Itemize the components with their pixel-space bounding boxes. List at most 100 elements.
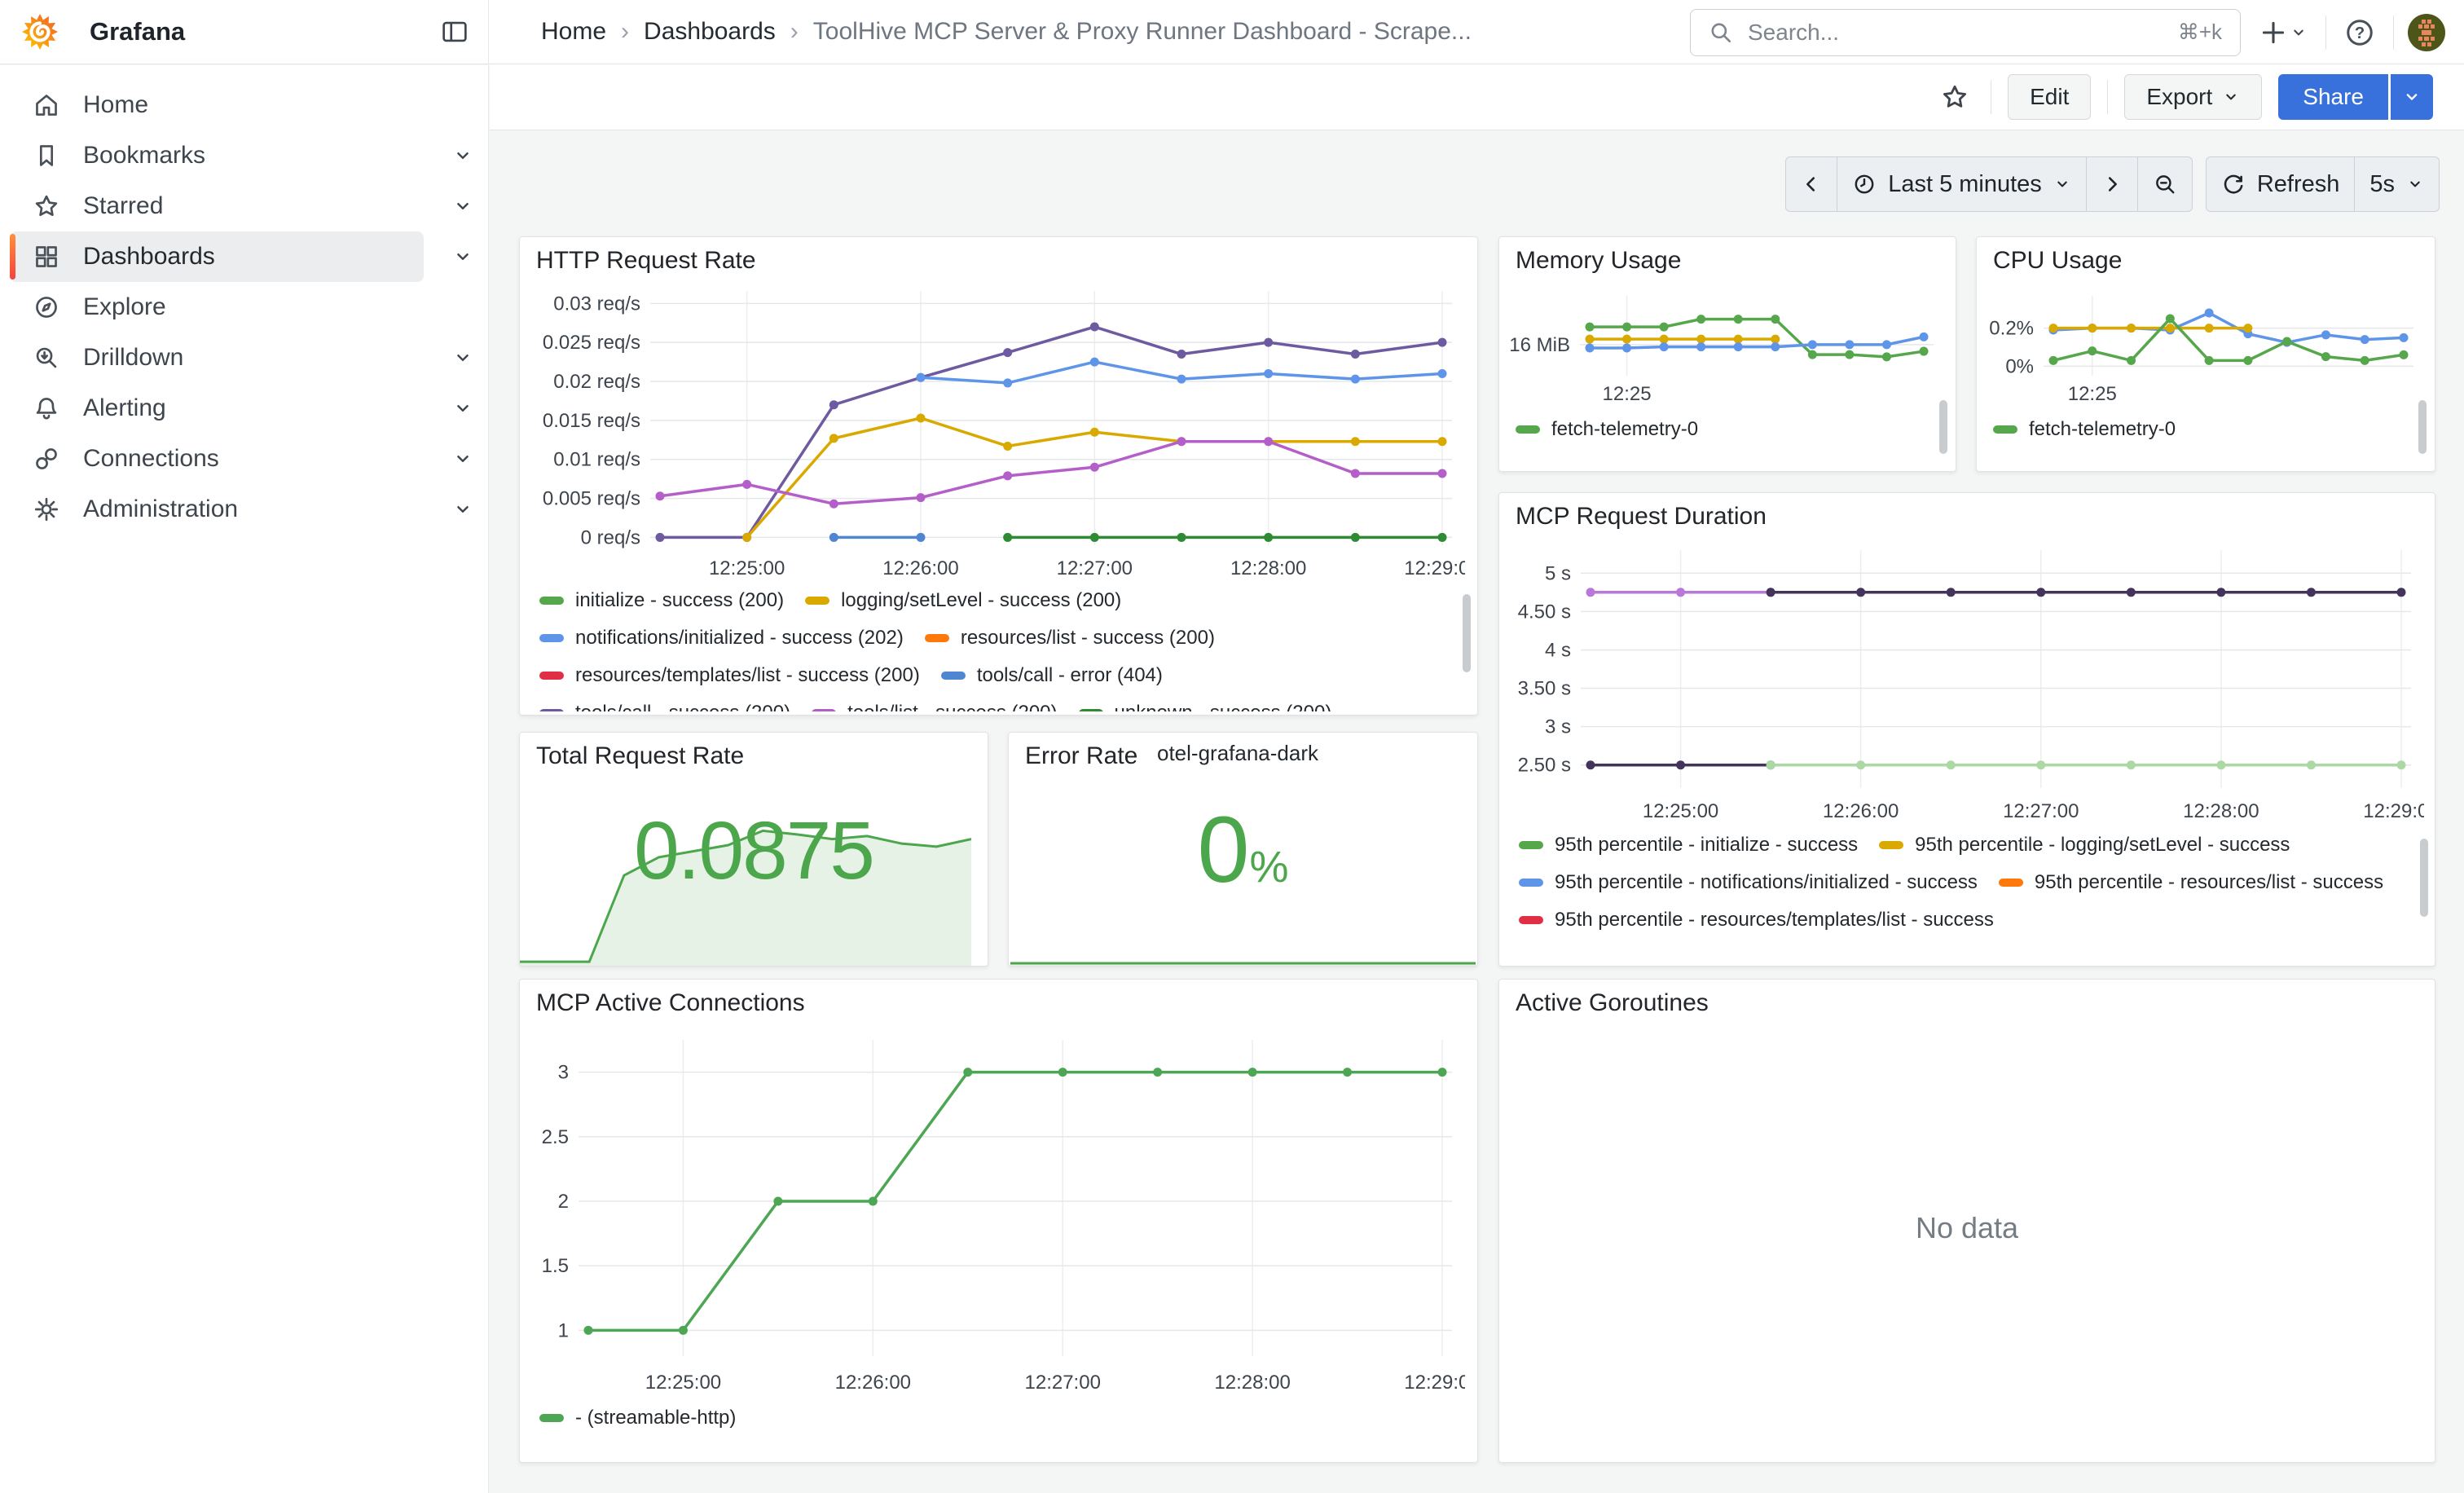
- legend-item[interactable]: fetch-telemetry-0: [1516, 418, 1698, 441]
- legend-item[interactable]: unknown - success (200): [1079, 702, 1332, 711]
- search-icon: [1709, 20, 1733, 45]
- legend-item[interactable]: 95th percentile - initialize - success: [1519, 834, 1858, 857]
- legend-label: initialize - success (200): [575, 589, 784, 612]
- legend-item[interactable]: initialize - success (200): [539, 589, 784, 612]
- legend-label: resources/templates/list - success (200): [575, 664, 920, 687]
- panel-title[interactable]: Memory Usage: [1516, 247, 1681, 275]
- legend-item[interactable]: 95th percentile - logging/setLevel - suc…: [1879, 834, 2290, 857]
- legend-item[interactable]: notifications/initialized - success (202…: [539, 627, 904, 650]
- edit-button-label: Edit: [2030, 84, 2069, 110]
- search-input[interactable]: [1746, 19, 2165, 46]
- sidebar-row: Home: [10, 80, 480, 130]
- panel-title[interactable]: Active Goroutines: [1516, 989, 1709, 1017]
- legend-scrollbar[interactable]: [2418, 400, 2427, 454]
- breadcrumb: Home›Dashboards›ToolHive MCP Server & Pr…: [541, 18, 1472, 46]
- breadcrumb-item[interactable]: Dashboards: [644, 18, 776, 46]
- sidebar-item-connections[interactable]: Connections: [10, 434, 424, 484]
- zoom-out-icon[interactable]: [2138, 156, 2193, 212]
- panel-title[interactable]: MCP Request Duration: [1516, 503, 1767, 531]
- mcp-active-connections-chart[interactable]: 12:25:0012:26:0012:27:0012:28:0012:29:00…: [528, 1028, 1465, 1397]
- sidebar-item-drilldown[interactable]: Drilldown: [10, 333, 424, 383]
- memory-usage-chart[interactable]: 12:2516 MiB: [1503, 284, 1947, 408]
- search-box[interactable]: ⌘+k: [1690, 9, 2241, 56]
- mcp-request-duration-chart[interactable]: 12:25:0012:26:0012:27:0012:28:0012:29:00…: [1507, 539, 2424, 826]
- time-shift-forward-button[interactable]: [2087, 156, 2138, 212]
- legend-scrollbar[interactable]: [1939, 400, 1947, 454]
- sidebar-row: Explore: [10, 282, 480, 333]
- legend-scrollbar[interactable]: [1463, 594, 1471, 672]
- legend-item[interactable]: resources/templates/list - success (200): [539, 664, 920, 687]
- panel-cpu-usage: CPU Usage 12:250.2%0% fetch-telemetry-0: [1976, 236, 2435, 472]
- user-avatar[interactable]: [2407, 13, 2446, 52]
- sidebar-item-dashboards[interactable]: Dashboards: [10, 231, 424, 282]
- sidebar-item-label: Drilldown: [83, 344, 183, 372]
- chevron-down-icon[interactable]: [446, 492, 480, 526]
- home-icon: [33, 91, 60, 119]
- legend-label: notifications/initialized - success (202…: [575, 627, 904, 650]
- svg-text:1.5: 1.5: [542, 1255, 569, 1277]
- refresh-interval-dropdown[interactable]: 5s: [2355, 156, 2440, 212]
- sidebar-item-label: Explore: [83, 293, 166, 321]
- chevron-down-icon[interactable]: [446, 240, 480, 274]
- http-request-rate-chart[interactable]: 12:25:0012:26:0012:27:0012:28:0012:29:00…: [528, 280, 1465, 583]
- error-rate-overlay-text: otel-grafana-dark: [1157, 741, 1318, 766]
- chevron-down-icon[interactable]: [446, 391, 480, 425]
- panel-title[interactable]: Total Request Rate: [536, 742, 744, 770]
- legend-scrollbar[interactable]: [2420, 839, 2428, 917]
- cpu-usage-chart[interactable]: 12:250.2%0%: [1980, 284, 2427, 408]
- svg-text:0.01 req/s: 0.01 req/s: [553, 449, 640, 471]
- svg-text:16 MiB: 16 MiB: [1509, 334, 1570, 356]
- legend-item[interactable]: 95th percentile - resources/list - succe…: [1999, 871, 2383, 894]
- sidebar-item-alerting[interactable]: Alerting: [10, 383, 424, 434]
- legend-item[interactable]: - (streamable-http): [539, 1407, 736, 1429]
- share-button[interactable]: Share: [2278, 74, 2388, 120]
- no-data-message: No data: [1499, 1211, 2435, 1245]
- sidebar-item-home[interactable]: Home: [10, 80, 424, 130]
- refresh-button[interactable]: Refresh: [2206, 156, 2356, 212]
- sidebar-row: Alerting: [10, 383, 480, 434]
- legend-color-chip: [1079, 709, 1103, 711]
- legend-label: 95th percentile - resources/templates/li…: [1555, 909, 1994, 931]
- time-range-group: Last 5 minutes: [1785, 156, 2193, 212]
- header-actions: ⌘+k ?: [1690, 0, 2446, 64]
- sidebar-item-bookmarks[interactable]: Bookmarks: [10, 130, 424, 181]
- legend-item[interactable]: logging/setLevel - success (200): [805, 589, 1121, 612]
- svg-text:0.02 req/s: 0.02 req/s: [553, 371, 640, 393]
- time-shift-back-button[interactable]: [1785, 156, 1837, 212]
- chevron-down-icon[interactable]: [446, 341, 480, 375]
- legend-item[interactable]: tools/call - success (200): [539, 702, 790, 711]
- legend-item[interactable]: fetch-telemetry-0: [1993, 418, 2176, 441]
- sidebar-toggle-icon[interactable]: [436, 13, 473, 51]
- legend-item[interactable]: tools/list - success (200): [812, 702, 1057, 711]
- error-rate-value: 0%: [1009, 796, 1477, 904]
- export-button[interactable]: Export: [2124, 74, 2262, 120]
- legend-item[interactable]: 95th percentile - resources/templates/li…: [1519, 909, 1994, 931]
- header-brand-area: Grafana: [0, 0, 489, 64]
- legend-item[interactable]: 95th percentile - notifications/initiali…: [1519, 871, 1978, 894]
- panel-title[interactable]: CPU Usage: [1993, 247, 2122, 275]
- chevron-down-icon[interactable]: [446, 139, 480, 173]
- chevron-down-icon[interactable]: [446, 442, 480, 476]
- share-dropdown-button[interactable]: [2391, 74, 2433, 120]
- sidebar-item-explore[interactable]: Explore: [10, 282, 424, 333]
- grafana-logo-icon[interactable]: [21, 13, 59, 51]
- sidebar-item-administration[interactable]: Administration: [10, 484, 424, 535]
- plug-icon: [33, 445, 60, 473]
- time-range-picker[interactable]: Last 5 minutes: [1837, 156, 2087, 212]
- panel-title[interactable]: MCP Active Connections: [536, 989, 805, 1017]
- panel-title[interactable]: Error Rate: [1025, 742, 1137, 770]
- legend-item[interactable]: resources/list - success (200): [925, 627, 1215, 650]
- legend-color-chip: [925, 634, 949, 642]
- legend-color-chip: [539, 672, 564, 680]
- add-new-button[interactable]: [2254, 13, 2312, 52]
- panel-title[interactable]: HTTP Request Rate: [536, 247, 756, 275]
- help-icon[interactable]: ?: [2339, 12, 2380, 53]
- sidebar-item-starred[interactable]: Starred: [10, 181, 424, 231]
- breadcrumb-item[interactable]: ToolHive MCP Server & Proxy Runner Dashb…: [813, 18, 1472, 46]
- svg-text:2.5: 2.5: [542, 1126, 569, 1148]
- legend-item[interactable]: tools/call - error (404): [941, 664, 1163, 687]
- chevron-down-icon[interactable]: [446, 189, 480, 223]
- edit-button[interactable]: Edit: [2008, 74, 2091, 120]
- favorite-star-icon[interactable]: [1935, 77, 1974, 117]
- breadcrumb-item[interactable]: Home: [541, 18, 606, 46]
